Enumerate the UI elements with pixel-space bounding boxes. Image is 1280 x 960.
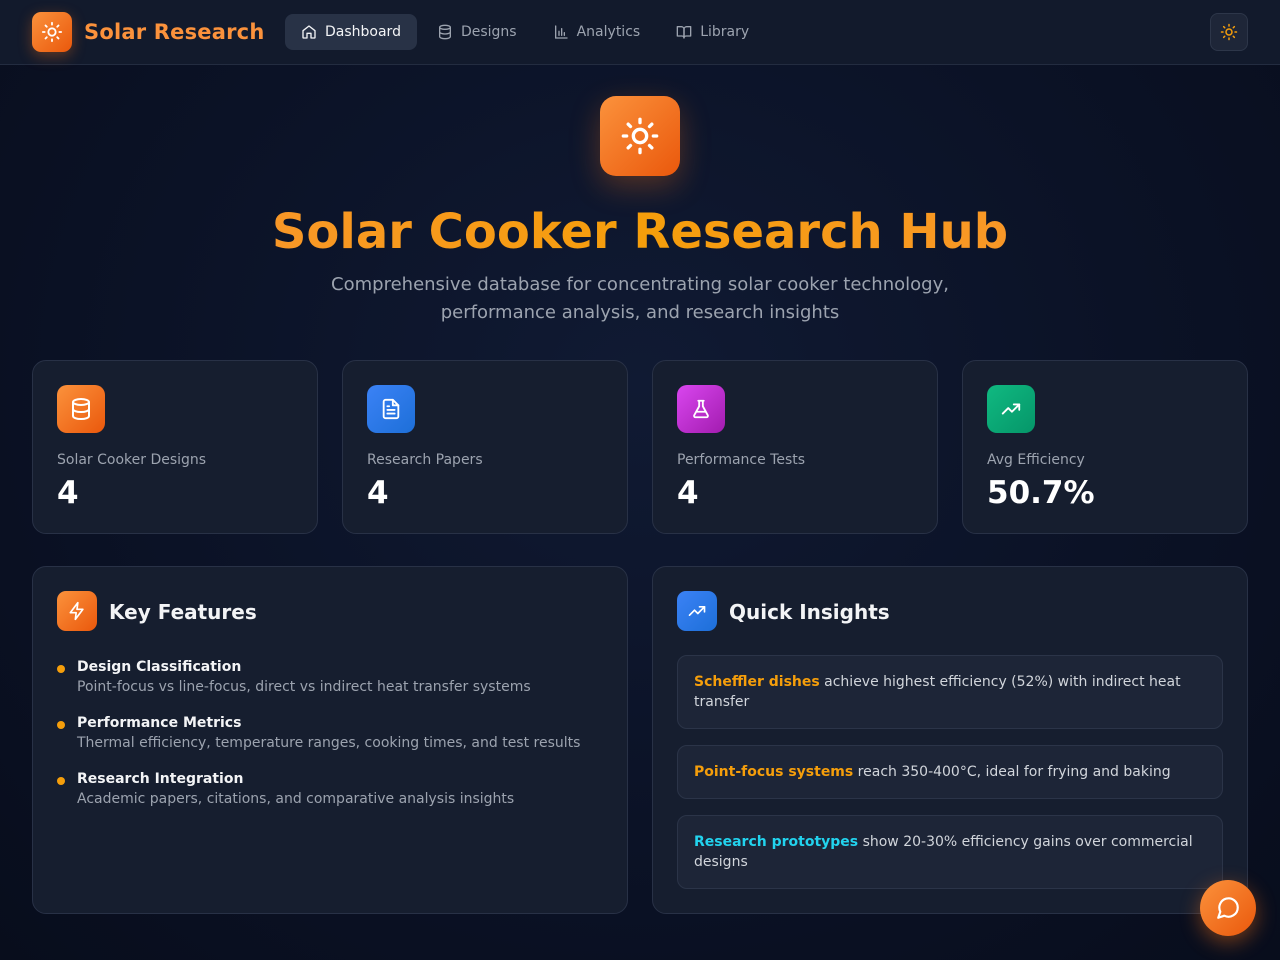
nav-item-label: Library	[700, 24, 750, 40]
bullet-dot	[57, 721, 65, 729]
sun-icon	[41, 21, 63, 43]
nav-menu: Dashboard Designs Analytics Library	[285, 14, 765, 50]
feature-desc: Point-focus vs line-focus, direct vs ind…	[77, 679, 531, 695]
sun-icon	[1220, 23, 1238, 41]
stat-card-tests: Performance Tests 4	[652, 360, 938, 534]
home-icon	[302, 25, 316, 39]
trending-up-icon	[1001, 403, 1021, 415]
stat-label: Performance Tests	[677, 452, 806, 468]
panel-title: Quick Insights	[729, 600, 890, 624]
hero-logo	[600, 96, 680, 176]
zap-icon	[69, 601, 84, 621]
stat-icon-wrap	[367, 385, 415, 433]
message-circle-icon	[1217, 897, 1239, 919]
panel-icon-wrap	[57, 591, 97, 631]
feature-desc: Academic papers, citations, and comparat…	[77, 791, 515, 807]
database-icon	[72, 398, 90, 421]
book-open-icon	[676, 26, 692, 39]
panel-icon-wrap	[677, 591, 717, 631]
stat-value: 4	[57, 475, 79, 511]
page-title: Solar Cooker Research Hub	[0, 200, 1280, 264]
stat-card-efficiency: Avg Efficiency 50.7%	[962, 360, 1248, 534]
insight-card: Research prototypes show 20-30% efficien…	[677, 815, 1223, 889]
stat-label: Solar Cooker Designs	[57, 452, 207, 468]
top-nav: Solar Research Dashboard Designs Analyti…	[0, 0, 1280, 65]
stat-value: 4	[677, 475, 699, 511]
stat-label: Avg Efficiency	[987, 452, 1085, 468]
bullet-dot	[57, 665, 65, 673]
insight-text: reach 350-400°C, ideal for frying and ba…	[853, 764, 1171, 780]
bullet-dot	[57, 777, 65, 785]
insight-card: Point-focus systems reach 350-400°C, ide…	[677, 745, 1223, 799]
brand-logo[interactable]	[32, 12, 72, 52]
stat-value: 50.7%	[987, 475, 1095, 511]
stat-label: Research Papers	[367, 452, 483, 468]
insight-highlight: Point-focus systems	[694, 764, 854, 780]
quick-insights-panel: Quick Insights Scheffler dishes achieve …	[652, 566, 1248, 914]
nav-item-designs[interactable]: Designs	[421, 14, 533, 50]
stat-card-papers: Research Papers 4	[342, 360, 628, 534]
nav-item-library[interactable]: Library	[660, 14, 765, 50]
panel-title: Key Features	[109, 600, 257, 624]
insight-highlight: Scheffler dishes	[694, 674, 820, 690]
file-text-icon	[382, 398, 400, 420]
nav-item-dashboard[interactable]: Dashboard	[285, 14, 417, 50]
nav-item-analytics[interactable]: Analytics	[537, 14, 657, 50]
stat-icon-wrap	[57, 385, 105, 433]
page-subtitle: Comprehensive database for concentrating…	[331, 274, 949, 323]
nav-item-label: Analytics	[576, 24, 641, 40]
chat-button[interactable]	[1200, 880, 1256, 936]
nav-item-label: Designs	[460, 24, 517, 40]
feature-title: Research Integration	[77, 771, 244, 787]
stat-card-designs: Solar Cooker Designs 4	[32, 360, 318, 534]
database-icon	[438, 24, 451, 40]
trending-up-icon	[688, 606, 706, 616]
feature-desc: Thermal efficiency, temperature ranges, …	[77, 735, 581, 751]
insight-card: Scheffler dishes achieve highest efficie…	[677, 655, 1223, 729]
feature-title: Design Classification	[77, 659, 242, 675]
sun-icon	[621, 117, 659, 155]
stat-value: 4	[367, 475, 389, 511]
brand-name[interactable]: Solar Research	[84, 18, 264, 46]
key-features-panel: Key Features Design Classification Point…	[32, 566, 628, 914]
stat-icon-wrap	[677, 385, 725, 433]
stat-icon-wrap	[987, 385, 1035, 433]
flask-icon	[693, 399, 709, 419]
feature-title: Performance Metrics	[77, 715, 242, 731]
theme-toggle-button[interactable]	[1210, 13, 1248, 51]
insight-highlight: Research prototypes	[694, 834, 859, 850]
nav-item-label: Dashboard	[325, 24, 401, 40]
bar-chart-icon	[554, 25, 568, 39]
